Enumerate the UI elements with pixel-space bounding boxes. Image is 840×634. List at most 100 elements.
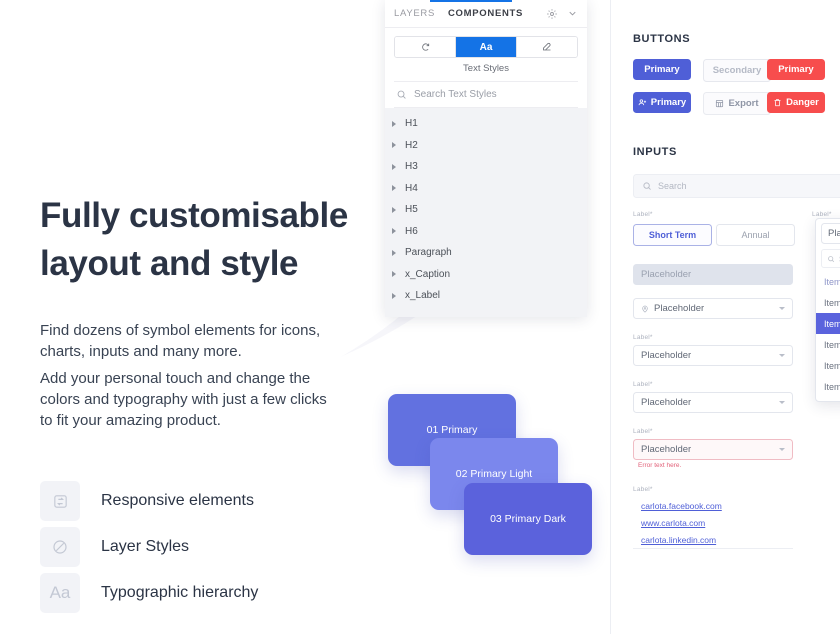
intro-paragraph-2: Add your personal touch and change the c… xyxy=(40,370,327,429)
dropdown-item[interactable]: Item 1 xyxy=(816,271,840,292)
button-primary[interactable]: Primary xyxy=(633,59,691,80)
search-icon xyxy=(396,89,407,100)
field-label: Label* xyxy=(633,334,653,341)
field-label: Label* xyxy=(633,428,653,435)
segmented-caption: Text Styles xyxy=(463,63,509,74)
chevron-down-icon xyxy=(779,354,785,357)
list-item[interactable]: H3 xyxy=(385,156,587,178)
button-export[interactable]: Export xyxy=(703,92,771,115)
list-item-label: H6 xyxy=(405,225,418,237)
tab-layers[interactable]: LAYERS xyxy=(394,8,435,19)
link-linkedin[interactable]: carlota.linkedin.com xyxy=(641,535,722,545)
gear-icon[interactable] xyxy=(546,8,558,20)
intro-paragraph-1: Find dozens of symbol elements for icons… xyxy=(40,322,321,360)
button-primary-red[interactable]: Primary xyxy=(767,59,825,80)
field-label: Label* xyxy=(633,486,653,493)
trash-icon xyxy=(773,98,782,107)
triangle-right-icon xyxy=(392,163,396,170)
location-pin-icon xyxy=(641,305,649,313)
list-item[interactable]: H1 xyxy=(385,113,587,135)
color-card-label: 01 Primary xyxy=(426,424,478,436)
panel-search-row[interactable]: Search Text Styles xyxy=(394,81,578,108)
chevron-down-icon[interactable] xyxy=(567,8,578,19)
triangle-right-icon xyxy=(392,142,396,149)
link-facebook[interactable]: carlota.facebook.com xyxy=(641,501,722,511)
color-cards-group: 01 Primary 02 Primary Light 03 Primary D… xyxy=(388,394,594,555)
toggle-annual[interactable]: Annual xyxy=(716,224,795,246)
typography-glyph: Aa xyxy=(49,583,71,602)
dropdown-item[interactable]: Item 2 xyxy=(816,292,840,313)
list-item[interactable]: x_Label xyxy=(385,285,587,307)
button-label: Primary xyxy=(778,64,814,75)
button-secondary[interactable]: Secondary xyxy=(703,59,771,82)
dropdown-item-label: Item 6 xyxy=(824,381,840,392)
color-card-primary-dark: 03 Primary Dark xyxy=(464,483,592,555)
dropdown-item-label: Item 5 xyxy=(824,360,840,371)
dropdown-popover: Placeholder Search Item 1 Item 2 Item 3 … xyxy=(815,218,840,402)
triangle-right-icon xyxy=(392,206,396,213)
list-item[interactable]: H2 xyxy=(385,135,587,157)
section-divider xyxy=(633,548,793,549)
toggle-label: Annual xyxy=(741,230,770,240)
layer-styles-icon xyxy=(40,527,80,567)
list-item-label: H2 xyxy=(405,139,418,151)
toggle-short-term[interactable]: Short Term xyxy=(633,224,712,246)
panel-active-tab-indicator xyxy=(430,0,512,2)
list-item[interactable]: H5 xyxy=(385,199,587,221)
chevron-down-icon xyxy=(779,448,785,451)
dropdown-label: Label* xyxy=(812,211,832,218)
chevron-down-icon xyxy=(779,307,785,310)
select-input-1[interactable]: Placeholder xyxy=(633,345,793,366)
export-icon xyxy=(715,99,724,108)
button-label: Secondary xyxy=(712,65,762,76)
buttons-section-title: BUTTONS xyxy=(633,33,691,45)
triangle-right-icon xyxy=(392,228,396,235)
select-value: Placeholder xyxy=(641,444,692,455)
button-primary-with-icon[interactable]: Primary xyxy=(633,92,691,113)
triangle-right-icon xyxy=(392,271,396,278)
dropdown-item-selected[interactable]: Item 3 xyxy=(816,313,840,334)
error-message: Error text here. xyxy=(638,462,682,469)
filled-input[interactable]: Placeholder xyxy=(633,264,793,285)
dropdown-value: Placeholder xyxy=(828,228,840,239)
link-website[interactable]: www.carlota.com xyxy=(641,518,722,528)
feature-item-responsive: Responsive elements xyxy=(40,481,254,521)
feature-item-typography: Aa Typographic hierarchy xyxy=(40,573,258,613)
list-item[interactable]: H6 xyxy=(385,221,587,243)
dropdown-item-label: Item 3 xyxy=(824,318,840,329)
segment-layer-styles[interactable] xyxy=(517,37,577,57)
chevron-down-icon xyxy=(779,401,785,404)
dropdown-item[interactable]: Item 5 xyxy=(816,355,840,376)
field-label: Label* xyxy=(633,381,653,388)
color-card-label: 03 Primary Dark xyxy=(490,513,566,525)
dropdown-trigger[interactable]: Placeholder xyxy=(821,223,840,244)
tab-components[interactable]: COMPONENTS xyxy=(448,8,523,19)
text-styles-panel: LAYERS COMPONENTS Aa Text Styles Search … xyxy=(385,0,587,317)
segment-symbols[interactable] xyxy=(395,37,456,57)
list-item[interactable]: H4 xyxy=(385,178,587,200)
list-item[interactable]: x_Caption xyxy=(385,264,587,286)
select-value: Placeholder xyxy=(654,303,705,314)
symbols-icon xyxy=(420,42,431,53)
search-input[interactable]: Search xyxy=(633,174,840,198)
typography-icon: Aa xyxy=(40,573,80,613)
feature-label: Typographic hierarchy xyxy=(101,584,259,601)
segmented-control: Aa xyxy=(394,36,578,58)
select-input-error[interactable]: Placeholder xyxy=(633,439,793,460)
components-column: BUTTONS Primary Secondary Primary Primar… xyxy=(610,0,840,634)
triangle-right-icon xyxy=(392,120,396,127)
button-label: Primary xyxy=(650,97,687,108)
dropdown-item[interactable]: Item 6 xyxy=(816,376,840,397)
panel-search-placeholder: Search Text Styles xyxy=(414,89,497,100)
input-value: Placeholder xyxy=(641,269,692,280)
style-type-segmented-control: Aa Text Styles xyxy=(385,28,587,81)
button-danger[interactable]: Danger xyxy=(767,92,825,113)
dropdown-search-input[interactable]: Search xyxy=(821,249,840,268)
select-input-2[interactable]: Placeholder xyxy=(633,392,793,413)
dropdown-item[interactable]: Item 4 xyxy=(816,334,840,355)
list-item[interactable]: Paragraph xyxy=(385,242,587,264)
segment-text-styles[interactable]: Aa xyxy=(456,37,517,57)
feature-label: Layer Styles xyxy=(101,538,190,555)
location-select[interactable]: Placeholder xyxy=(633,298,793,319)
button-label: Export xyxy=(728,98,759,109)
